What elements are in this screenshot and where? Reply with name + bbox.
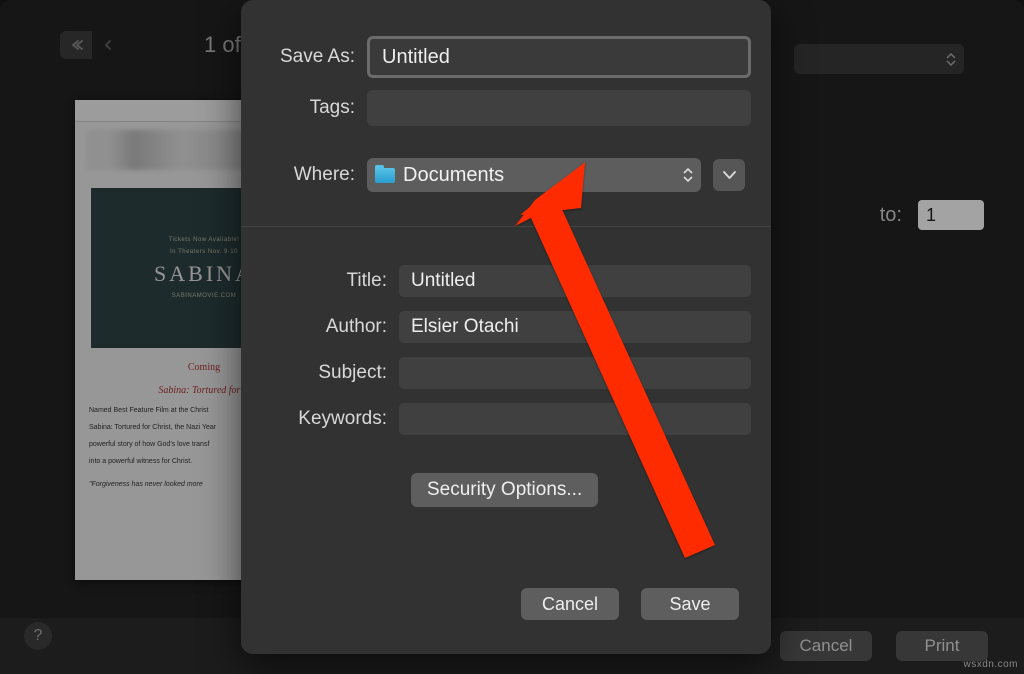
where-row: Where: Documents [241, 158, 771, 192]
sheet-footer: Cancel Save [241, 588, 771, 654]
author-row: Author: [241, 311, 771, 343]
author-input[interactable] [399, 311, 751, 343]
save-sheet: Save As: Tags: Where: Documents Title: A… [241, 0, 771, 654]
subject-label: Subject: [261, 362, 399, 384]
title-input[interactable] [399, 265, 751, 297]
saveas-label: Save As: [261, 46, 367, 68]
chevron-down-icon [723, 171, 736, 179]
saveas-input[interactable] [367, 36, 751, 78]
security-options-row: Security Options... [241, 473, 771, 507]
keywords-input[interactable] [399, 403, 751, 435]
chevron-up-down-icon [683, 168, 693, 182]
title-label: Title: [261, 270, 399, 292]
tags-label: Tags: [261, 97, 367, 119]
title-row: Title: [241, 265, 771, 297]
save-button[interactable]: Save [641, 588, 739, 620]
metadata-section: Title: Author: Subject: Keywords: [241, 251, 771, 435]
expand-location-button[interactable] [713, 159, 745, 191]
watermark: wsxdn.com [963, 659, 1018, 670]
keywords-label: Keywords: [261, 408, 399, 430]
saveas-row: Save As: [241, 36, 771, 78]
folder-icon [375, 168, 395, 183]
keywords-row: Keywords: [241, 403, 771, 435]
cancel-button[interactable]: Cancel [521, 588, 619, 620]
tags-row: Tags: [241, 90, 771, 126]
author-label: Author: [261, 316, 399, 338]
where-label: Where: [261, 164, 367, 186]
divider [241, 226, 771, 227]
subject-row: Subject: [241, 357, 771, 389]
where-select[interactable]: Documents [367, 158, 701, 192]
where-value: Documents [403, 164, 504, 187]
subject-input[interactable] [399, 357, 751, 389]
security-options-button[interactable]: Security Options... [411, 473, 598, 507]
tags-input[interactable] [367, 90, 751, 126]
